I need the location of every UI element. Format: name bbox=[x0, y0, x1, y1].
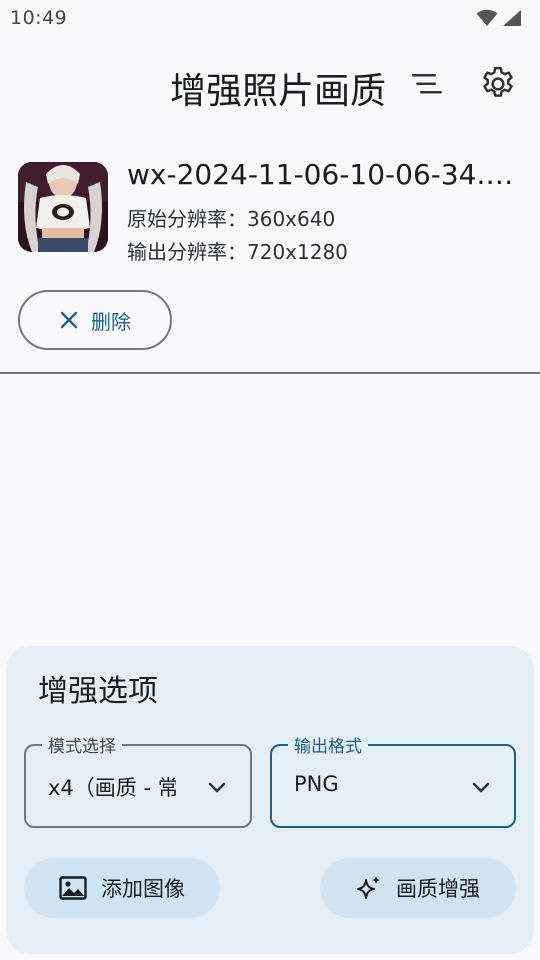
original-resolution: 原始分辨率：360x640 bbox=[127, 207, 336, 231]
enhance-options-panel: 增强选项 模式选择 x4（画质 - 常规） 输出格式 PNG 添加图像 画质增强 bbox=[6, 646, 534, 954]
divider bbox=[0, 372, 540, 374]
mode-select-label: 模式选择 bbox=[42, 732, 122, 757]
output-format-dropdown[interactable]: 输出格式 PNG bbox=[270, 732, 516, 828]
mode-select-value: x4（画质 - 常规） bbox=[48, 776, 176, 800]
chevron-down-icon bbox=[208, 782, 226, 793]
app-bar: 增强照片画质 bbox=[0, 52, 540, 116]
settings-button[interactable] bbox=[476, 62, 520, 106]
chevron-down-icon bbox=[472, 782, 490, 793]
page-title: 增强照片画质 bbox=[169, 71, 386, 112]
image-thumbnail bbox=[18, 162, 108, 252]
mode-select-dropdown[interactable]: 模式选择 x4（画质 - 常规） bbox=[24, 732, 252, 828]
file-name: wx-2024-11-06-10-06-34.png bbox=[127, 158, 519, 191]
options-title: 增强选项 bbox=[38, 674, 158, 709]
photo-thumbnail-art bbox=[18, 162, 108, 252]
image-list-item[interactable]: wx-2024-11-06-10-06-34.png 原始分辨率：360x640… bbox=[18, 158, 528, 264]
enhance-label: 画质增强 bbox=[396, 877, 480, 901]
sort-button[interactable] bbox=[404, 62, 448, 106]
status-time: 10:49 bbox=[10, 7, 68, 29]
close-icon bbox=[60, 311, 78, 329]
delete-button-label: 删除 bbox=[91, 309, 131, 334]
sparkle-icon bbox=[357, 876, 380, 899]
add-image-button[interactable]: 添加图像 bbox=[24, 858, 220, 918]
image-icon bbox=[59, 876, 87, 900]
delete-button[interactable]: 删除 bbox=[18, 290, 172, 350]
enhance-button[interactable]: 画质增强 bbox=[320, 858, 516, 918]
status-icons bbox=[476, 9, 522, 27]
output-resolution: 输出分辨率：720x1280 bbox=[127, 240, 348, 264]
gear-icon bbox=[483, 66, 513, 97]
output-format-label: 输出格式 bbox=[288, 732, 368, 757]
output-format-value: PNG bbox=[294, 772, 339, 796]
status-bar: 10:49 bbox=[0, 0, 540, 36]
wifi-icon bbox=[476, 9, 498, 26]
add-image-label: 添加图像 bbox=[101, 877, 185, 901]
sort-icon bbox=[412, 74, 442, 94]
cellular-signal-icon bbox=[503, 10, 521, 26]
